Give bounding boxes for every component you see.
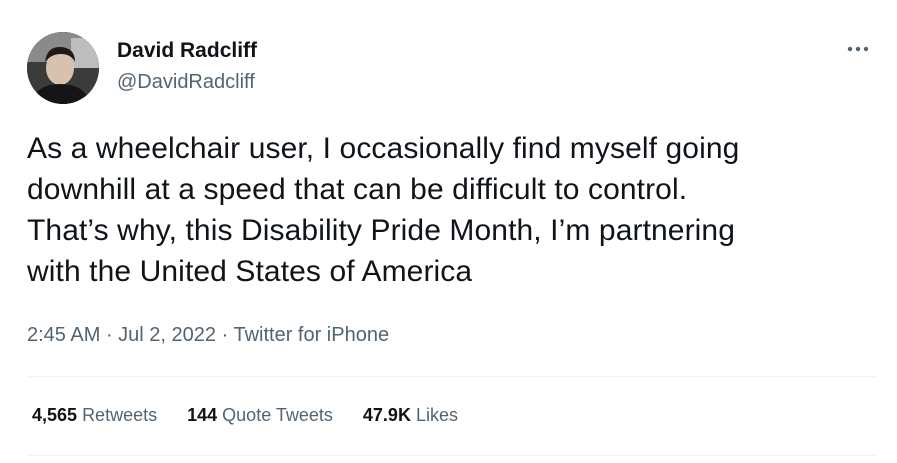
author-handle[interactable]: @DavidRadcliff bbox=[117, 69, 255, 95]
tweet-source[interactable]: Twitter for iPhone bbox=[233, 324, 389, 346]
tweet-time[interactable]: 2:45 AM bbox=[27, 324, 100, 346]
likes-count: 47.9K bbox=[362, 405, 411, 425]
avatar-photo bbox=[27, 32, 99, 104]
quote-tweets-stat[interactable]: 144 Quote Tweets bbox=[187, 402, 333, 428]
quote-tweets-count: 144 bbox=[187, 405, 218, 425]
tweet-card: David Radcliff @DavidRadcliff As a wheel… bbox=[0, 0, 897, 463]
more-options-button[interactable] bbox=[840, 34, 876, 64]
retweets-label: Retweets bbox=[82, 405, 158, 425]
retweets-stat[interactable]: 4,565 Retweets bbox=[32, 402, 157, 428]
author-name[interactable]: David Radcliff bbox=[117, 38, 257, 64]
divider bbox=[27, 455, 876, 456]
meta-separator: · bbox=[216, 324, 234, 346]
likes-stat[interactable]: 47.9K Likes bbox=[363, 402, 458, 428]
avatar[interactable] bbox=[27, 32, 99, 104]
divider bbox=[27, 376, 876, 377]
tweet-text: As a wheelchair user, I occasionally fin… bbox=[27, 132, 740, 288]
quote-tweets-label: Quote Tweets bbox=[222, 405, 333, 425]
meta-separator: · bbox=[100, 324, 119, 346]
tweet-metadata: 2:45 AM · Jul 2, 2022 · Twitter for iPho… bbox=[27, 322, 389, 348]
likes-label: Likes bbox=[415, 405, 458, 425]
retweets-count: 4,565 bbox=[32, 405, 78, 425]
more-horizontal-icon bbox=[847, 46, 869, 52]
tweet-date[interactable]: Jul 2, 2022 bbox=[118, 324, 216, 346]
engagement-stats: 4,565 Retweets 144 Quote Tweets 47.9K Li… bbox=[32, 402, 458, 428]
